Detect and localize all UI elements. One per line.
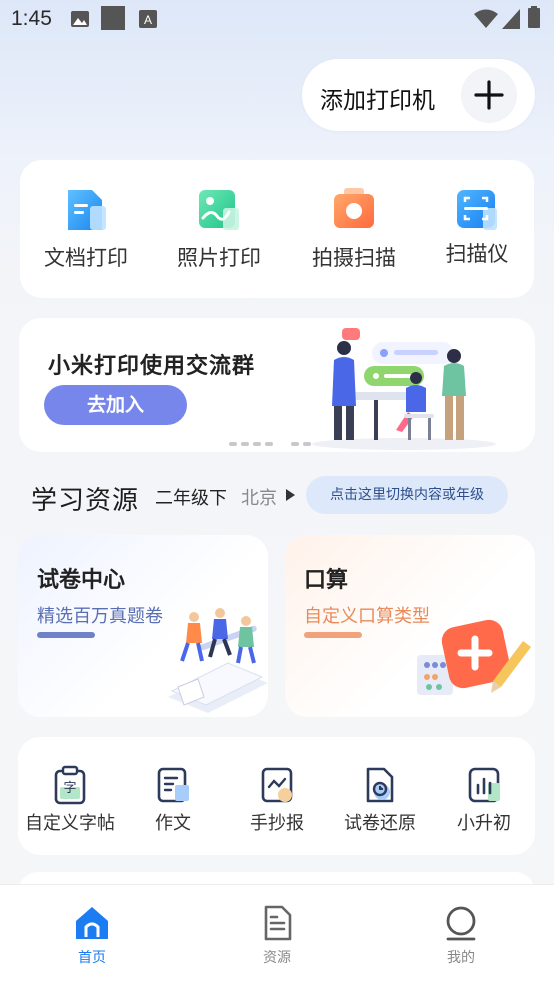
banner-title: 小米打印使用交流群 bbox=[48, 354, 256, 379]
tool-label: 拍摄扫描 bbox=[312, 246, 396, 270]
tab-label: 资源 bbox=[263, 950, 291, 966]
profile-icon bbox=[441, 903, 481, 943]
triangle-right-icon bbox=[286, 489, 295, 501]
tool-scanner[interactable]: 扫描仪 bbox=[417, 186, 537, 268]
quick-tool-label: 小升初 bbox=[457, 813, 511, 834]
card-subtitle: 自定义口算类型 bbox=[304, 606, 430, 627]
quick-tool-essay[interactable]: 作文 bbox=[121, 765, 225, 835]
switch-hint-pill[interactable]: 点击这里切换内容或年级 bbox=[306, 476, 508, 514]
essay-icon bbox=[153, 765, 193, 805]
copybook-glyph: 字 bbox=[63, 781, 76, 796]
card-accent-bar bbox=[304, 632, 362, 638]
photo-print-icon bbox=[195, 186, 243, 234]
text-notification-icon: A bbox=[139, 10, 157, 28]
home-icon bbox=[72, 903, 112, 943]
paper-restore-icon bbox=[360, 765, 400, 805]
add-printer-button[interactable]: 添加打印机 bbox=[302, 59, 535, 131]
tool-photo-print[interactable]: 照片打印 bbox=[159, 186, 279, 272]
tab-label: 首页 bbox=[78, 950, 106, 966]
grade-label[interactable]: 二年级下 bbox=[155, 484, 227, 510]
tab-resources[interactable]: 资源 bbox=[237, 903, 317, 967]
card-subtitle: 精选百万真题卷 bbox=[37, 606, 163, 627]
tool-label: 照片打印 bbox=[177, 246, 261, 270]
quick-tool-label: 试卷还原 bbox=[344, 813, 416, 834]
handwritten-newspaper-icon bbox=[257, 765, 297, 805]
math-plus-illustration bbox=[417, 619, 531, 695]
mental-math-card[interactable]: 口算 自定义口算类型 bbox=[285, 535, 535, 717]
camera-scan-icon bbox=[330, 186, 378, 234]
battery-icon bbox=[528, 6, 540, 28]
community-banner[interactable]: 小米打印使用交流群 去加入 bbox=[19, 318, 535, 452]
students-books-illustration bbox=[168, 608, 268, 713]
square-notification-icon bbox=[101, 6, 125, 30]
status-time: 1:45 bbox=[11, 7, 52, 30]
tab-home[interactable]: 首页 bbox=[52, 903, 132, 967]
svg-text:A: A bbox=[144, 13, 152, 27]
quick-tool-copybook[interactable]: 字 自定义字帖 bbox=[18, 765, 122, 835]
copybook-icon: 字 bbox=[50, 765, 90, 805]
tool-label: 文档打印 bbox=[44, 246, 128, 270]
tab-mine[interactable]: 我的 bbox=[421, 903, 501, 967]
quick-tool-middle-school[interactable]: 小升初 bbox=[432, 765, 536, 835]
card-title: 试卷中心 bbox=[37, 568, 126, 593]
section-title: 学习资源 bbox=[31, 486, 140, 516]
tab-label: 我的 bbox=[447, 950, 475, 966]
carousel-dots bbox=[229, 442, 311, 446]
tool-document-print[interactable]: 文档打印 bbox=[26, 186, 146, 272]
quick-tool-label: 手抄报 bbox=[250, 813, 304, 834]
city-label[interactable]: 北京 bbox=[241, 484, 277, 510]
bottom-tab-bar: 首页 资源 我的 bbox=[0, 884, 554, 984]
meeting-illustration bbox=[312, 328, 496, 450]
image-notification-icon bbox=[71, 11, 89, 27]
quick-tool-label: 作文 bbox=[155, 813, 191, 834]
quick-tool-label: 自定义字帖 bbox=[25, 813, 115, 834]
plus-icon bbox=[461, 67, 517, 123]
status-bar: 1:45 A bbox=[0, 0, 554, 40]
document-print-icon bbox=[62, 186, 110, 234]
join-button[interactable]: 去加入 bbox=[44, 385, 187, 425]
tool-camera-scan[interactable]: 拍摄扫描 bbox=[294, 186, 414, 272]
print-tools-card: 文档打印 照片打印 拍摄扫描 扫描仪 bbox=[20, 160, 534, 298]
scanner-icon bbox=[453, 186, 501, 234]
quick-tool-newspaper[interactable]: 手抄报 bbox=[225, 765, 329, 835]
quick-tool-paper-restore[interactable]: 试卷还原 bbox=[328, 765, 432, 835]
document-icon bbox=[257, 903, 297, 943]
wifi-icon bbox=[474, 9, 498, 28]
add-printer-label: 添加打印机 bbox=[320, 88, 435, 114]
card-title: 口算 bbox=[304, 568, 349, 593]
quick-tools-card: 字 自定义字帖 作文 手抄报 试卷还原 小升初 bbox=[18, 737, 535, 855]
exam-center-card[interactable]: 试卷中心 精选百万真题卷 bbox=[18, 535, 268, 717]
chart-icon bbox=[464, 765, 504, 805]
card-accent-bar bbox=[37, 632, 95, 638]
tool-label: 扫描仪 bbox=[445, 242, 509, 266]
signal-icon bbox=[502, 9, 520, 29]
